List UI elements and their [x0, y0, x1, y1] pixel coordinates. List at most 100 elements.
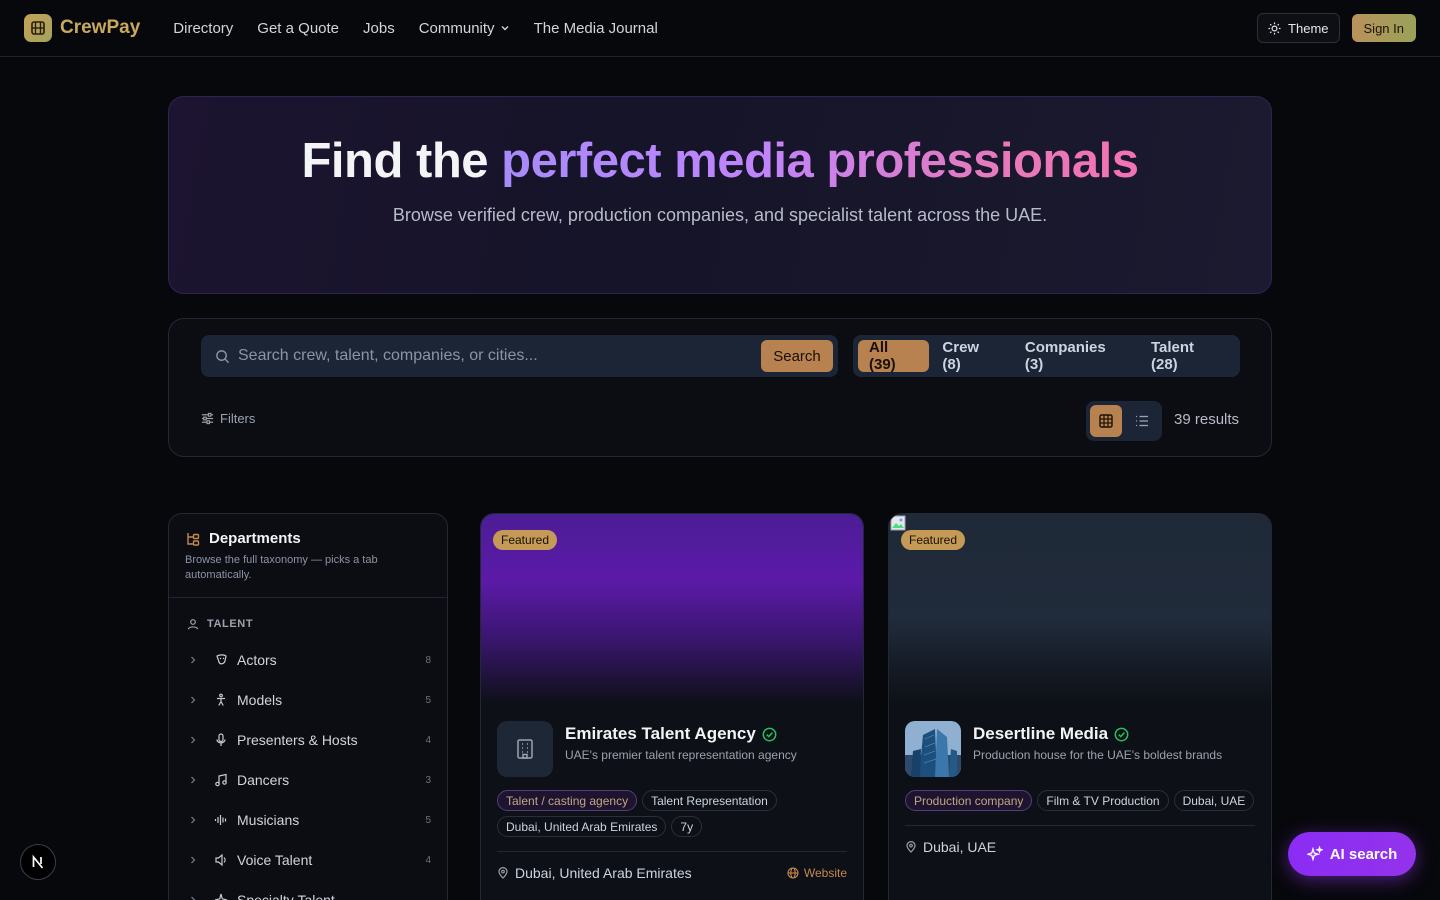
- nav-link-community[interactable]: Community: [419, 20, 510, 37]
- brand-logo[interactable]: CrewPay: [24, 14, 140, 42]
- audio-waveform-icon: [214, 815, 227, 825]
- location-text: Dubai, UAE: [923, 839, 997, 855]
- sliders-icon: [201, 412, 214, 425]
- company-name[interactable]: Desertline Media: [973, 724, 1108, 744]
- music-note-icon: [215, 773, 227, 787]
- nav-link-get-a-quote[interactable]: Get a Quote: [257, 20, 339, 37]
- taxonomy-icon: [187, 532, 200, 546]
- search-button[interactable]: Search: [761, 340, 833, 372]
- nav-link-media-journal[interactable]: The Media Journal: [534, 20, 658, 37]
- theme-button[interactable]: Theme: [1257, 13, 1340, 43]
- sidebar-item-label: Voice Talent: [237, 852, 313, 868]
- sidebar-item-presenters-hosts[interactable]: Presenters & Hosts 4: [169, 720, 447, 760]
- sidebar-item-label: Presenters & Hosts: [237, 732, 358, 748]
- location: Dubai, United Arab Emirates: [497, 865, 692, 881]
- next-dev-badge[interactable]: [20, 844, 56, 880]
- next-logo-icon: [32, 854, 44, 869]
- tag-list: Production company Film & TV Production …: [905, 790, 1255, 811]
- sidebar-item-voice-talent[interactable]: Voice Talent 4: [169, 840, 447, 880]
- tab-all[interactable]: All (39): [858, 339, 930, 373]
- nav-link-directory[interactable]: Directory: [173, 20, 233, 37]
- company-tagline: UAE's premier talent representation agen…: [565, 748, 797, 762]
- user-icon: [187, 619, 199, 630]
- sidebar-item-count: 4: [425, 854, 431, 866]
- search-input[interactable]: [238, 347, 761, 365]
- tag-chip: Production company: [905, 790, 1033, 811]
- hero-banner: Find the perfect media professionals Bro…: [168, 96, 1272, 294]
- theme-label: Theme: [1288, 20, 1329, 36]
- map-pin-icon: [906, 841, 916, 853]
- listing-card[interactable]: Featured Desertline Media Production hou…: [888, 513, 1272, 900]
- avatar: [905, 721, 961, 777]
- nav-link-jobs[interactable]: Jobs: [363, 20, 395, 37]
- sidebar-item-actors[interactable]: Actors 8: [169, 640, 447, 680]
- tag-chip: 7y: [671, 816, 703, 837]
- sign-in-button[interactable]: Sign In: [1351, 14, 1416, 42]
- sidebar-header: Departments Browse the full taxonomy — p…: [169, 514, 447, 598]
- tab-companies[interactable]: Companies (3): [1014, 339, 1138, 373]
- sidebar-item-count: 5: [425, 694, 431, 706]
- list-view-button[interactable]: [1126, 405, 1158, 437]
- ai-search-button[interactable]: AI search: [1288, 832, 1416, 876]
- sidebar-title: Departments: [209, 530, 301, 547]
- sidebar-item-models[interactable]: Models 5: [169, 680, 447, 720]
- sidebar-section-label: TALENT: [207, 618, 254, 630]
- verified-check-icon: [1114, 727, 1129, 741]
- map-pin-icon: [498, 867, 508, 879]
- chevron-right-icon: [191, 656, 196, 664]
- search-panel: Search All (39) Crew (8) Companies (3) T…: [168, 318, 1272, 457]
- website-label: Website: [803, 866, 847, 880]
- chevron-right-icon: [191, 696, 196, 704]
- nav-link-community-label: Community: [418, 19, 495, 37]
- chevron-right-icon: [191, 776, 196, 784]
- listing-card[interactable]: Featured Emirates Talent Agency UAE's pr…: [480, 513, 864, 900]
- microphone-icon: [216, 733, 226, 746]
- sidebar-item-count: 4: [425, 734, 431, 746]
- location-text: Dubai, United Arab Emirates: [515, 865, 692, 881]
- sidebar-item-label: Actors: [237, 652, 277, 668]
- grid-view-button[interactable]: [1090, 405, 1122, 437]
- filters-button[interactable]: Filters: [201, 411, 255, 426]
- chevron-right-icon: [191, 816, 196, 824]
- broken-image-icon: [890, 515, 906, 531]
- chevron-down-icon: [501, 26, 509, 31]
- globe-icon: [787, 867, 799, 879]
- sidebar-item-specialty-talent[interactable]: Specialty Talent: [169, 880, 447, 900]
- sparkles-icon: [1306, 846, 1323, 862]
- sidebar-item-label: Musicians: [237, 812, 300, 828]
- grid-icon: [1099, 414, 1113, 428]
- featured-badge: Featured: [901, 530, 966, 550]
- departments-sidebar: Departments Browse the full taxonomy — p…: [168, 513, 448, 900]
- chevron-right-icon: [191, 736, 196, 744]
- tab-talent[interactable]: Talent (28): [1140, 339, 1235, 373]
- card-body: Desertline Media Production house for th…: [905, 721, 1255, 855]
- company-tagline: Production house for the UAE's boldest b…: [973, 748, 1223, 762]
- film-icon: [24, 14, 52, 42]
- search-bar: Search: [201, 335, 838, 377]
- theater-mask-icon: [216, 654, 227, 665]
- featured-badge: Featured: [493, 530, 558, 550]
- card-body: Emirates Talent Agency UAE's premier tal…: [497, 721, 847, 881]
- tag-chip: Film & TV Production: [1037, 790, 1169, 811]
- filters-label: Filters: [220, 411, 256, 426]
- building-icon: [517, 739, 533, 759]
- sidebar-item-count: 3: [425, 774, 431, 786]
- divider: [497, 851, 847, 852]
- sun-icon: [1268, 21, 1281, 35]
- sidebar-item-count: 8: [425, 654, 431, 666]
- tab-crew[interactable]: Crew (8): [931, 339, 1011, 373]
- sidebar-item-musicians[interactable]: Musicians 5: [169, 800, 447, 840]
- sparkle-icon: [214, 893, 228, 900]
- hero-title: Find the perfect media professionals: [169, 133, 1271, 189]
- list-icon: [1136, 415, 1148, 427]
- verified-check-icon: [762, 727, 777, 741]
- sidebar-description: Browse the full taxonomy — picks a tab a…: [185, 554, 378, 581]
- website-link[interactable]: Website: [787, 866, 847, 880]
- ai-search-label: AI search: [1329, 845, 1398, 863]
- sidebar-item-dancers[interactable]: Dancers 3: [169, 760, 447, 800]
- hero-title-highlight: perfect media professionals: [501, 134, 1139, 188]
- sidebar-section-talent: TALENT: [187, 618, 447, 630]
- divider: [905, 825, 1255, 826]
- company-name[interactable]: Emirates Talent Agency: [565, 724, 756, 744]
- view-toggle: [1086, 401, 1162, 441]
